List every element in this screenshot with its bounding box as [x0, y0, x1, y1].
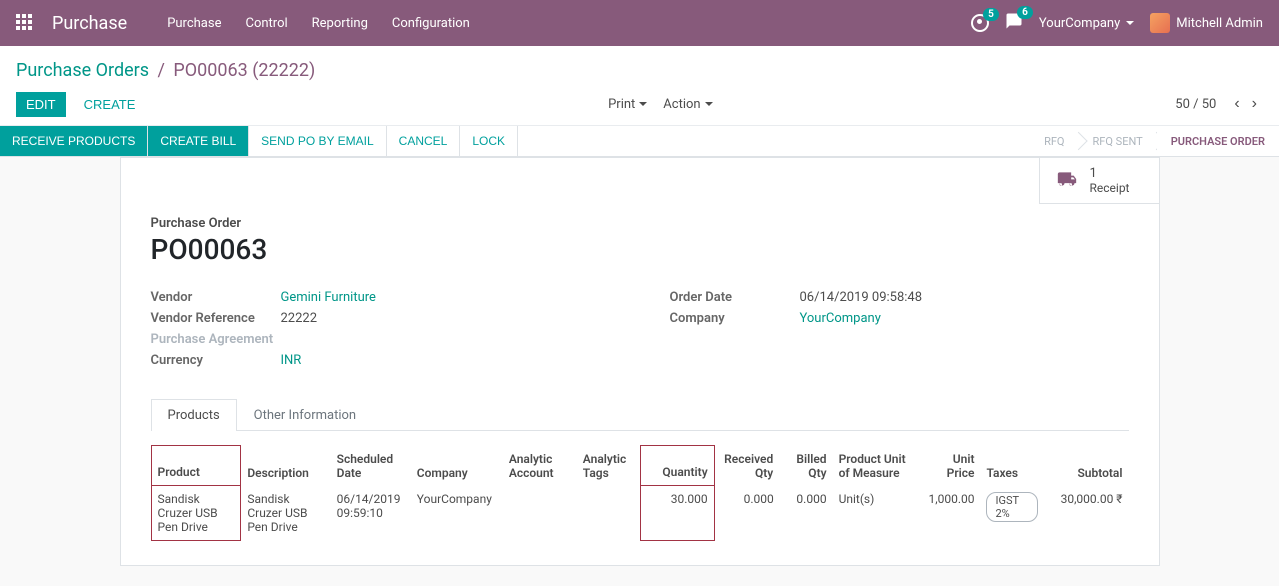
td-company: YourCompany: [411, 486, 503, 541]
pager-prev-button[interactable]: ‹: [1228, 91, 1245, 117]
vendor-ref-value: 22222: [281, 311, 318, 326]
cancel-button[interactable]: CANCEL: [387, 126, 461, 156]
company-selector[interactable]: YourCompany: [1039, 16, 1134, 31]
receive-products-button[interactable]: RECEIVE PRODUCTS: [0, 126, 148, 156]
order-date-value: 06/14/2019 09:58:48: [800, 290, 923, 305]
td-billed-qty: 0.000: [780, 486, 833, 541]
activity-icon[interactable]: 5: [971, 14, 989, 32]
messages-count: 6: [1017, 6, 1033, 19]
create-bill-button[interactable]: CREATE BILL: [148, 126, 249, 156]
company-value[interactable]: YourCompany: [800, 311, 881, 326]
breadcrumb-current: PO00063 (22222): [173, 60, 315, 81]
vendor-label: Vendor: [151, 290, 281, 305]
form-sheet-bg: 1 Receipt Purchase Order PO00063 Vendor …: [0, 157, 1279, 586]
breadcrumb: Purchase Orders / PO00063 (22222): [16, 54, 1263, 91]
th-quantity: Quantity: [640, 446, 714, 486]
user-name: Mitchell Admin: [1176, 16, 1263, 31]
td-analytic-account: [503, 486, 577, 541]
avatar: [1150, 13, 1170, 33]
create-button[interactable]: CREATE: [74, 92, 146, 117]
tab-other-information[interactable]: Other Information: [237, 399, 373, 431]
nav-menu-configuration[interactable]: Configuration: [392, 16, 470, 31]
currency-value[interactable]: INR: [281, 353, 302, 368]
print-label: Print: [608, 97, 635, 112]
th-description: Description: [241, 446, 331, 486]
th-taxes: Taxes: [980, 446, 1043, 486]
tabs: Products Other Information: [151, 398, 1129, 431]
nav-right: 5 6 YourCompany Mitchell Admin: [971, 12, 1263, 34]
print-dropdown[interactable]: Print: [608, 97, 647, 112]
td-unit-price: 1,000.00: [917, 486, 980, 541]
nav-menu-reporting[interactable]: Reporting: [312, 16, 368, 31]
td-analytic-tags: [577, 486, 640, 541]
send-po-button[interactable]: SEND PO BY EMAIL: [249, 126, 386, 156]
receipt-stat-button[interactable]: 1 Receipt: [1039, 158, 1159, 204]
caret-down-icon: [639, 102, 647, 106]
messages-icon[interactable]: 6: [1005, 12, 1023, 34]
receipt-count: 1: [1090, 166, 1130, 181]
vendor-value[interactable]: Gemini Furniture: [281, 290, 376, 305]
receipt-label: Receipt: [1090, 181, 1130, 195]
pager-text: 50 / 50: [1175, 97, 1216, 112]
th-company: Company: [411, 446, 503, 486]
th-analytic-account: Analytic Account: [503, 446, 577, 486]
nav-menu-purchase[interactable]: Purchase: [167, 16, 221, 31]
th-analytic-tags: Analytic Tags: [577, 446, 640, 486]
td-quantity: 30.000: [640, 486, 714, 541]
nav-menu-control[interactable]: Control: [245, 16, 287, 31]
td-taxes: IGST 2%: [980, 486, 1043, 541]
td-uom: Unit(s): [833, 486, 918, 541]
company-label: Company: [670, 311, 800, 326]
status-rfq[interactable]: RFQ: [1030, 127, 1078, 156]
top-nav: Purchase Purchase Control Reporting Conf…: [0, 0, 1279, 46]
pager-next-button[interactable]: ›: [1246, 91, 1263, 117]
nav-menu: Purchase Control Reporting Configuration: [167, 16, 971, 31]
td-scheduled-date: 06/14/2019 09:59:10: [331, 486, 411, 541]
button-box: 1 Receipt: [121, 158, 1159, 204]
breadcrumb-parent[interactable]: Purchase Orders: [16, 60, 149, 81]
action-dropdown[interactable]: Action: [663, 97, 712, 112]
td-subtotal: 30,000.00 ₹: [1044, 486, 1129, 541]
td-product: Sandisk Cruzer USB Pen Drive: [151, 486, 241, 541]
vendor-ref-label: Vendor Reference: [151, 311, 281, 326]
title-label: Purchase Order: [151, 216, 1129, 231]
apps-icon[interactable]: [16, 14, 34, 32]
order-date-label: Order Date: [670, 290, 800, 305]
truck-icon: [1054, 169, 1080, 193]
th-scheduled-date: Scheduled Date: [331, 446, 411, 486]
td-description: Sandisk Cruzer USB Pen Drive: [241, 486, 331, 541]
th-uom: Product Unit of Measure: [833, 446, 918, 486]
po-number: PO00063: [151, 233, 1129, 266]
th-unit-price: Unit Price: [917, 446, 980, 486]
app-brand: Purchase: [52, 13, 127, 34]
th-billed-qty: Billed Qty: [780, 446, 833, 486]
td-received-qty: 0.000: [714, 486, 780, 541]
th-product: Product: [151, 446, 241, 486]
status-purchase-order[interactable]: PURCHASE ORDER: [1157, 127, 1279, 156]
tax-tag: IGST 2%: [986, 492, 1037, 522]
caret-down-icon: [1126, 21, 1134, 25]
caret-down-icon: [705, 102, 713, 106]
tab-products[interactable]: Products: [151, 399, 237, 431]
company-name: YourCompany: [1039, 16, 1120, 31]
currency-label: Currency: [151, 353, 281, 368]
product-table: Product Description Scheduled Date Compa…: [151, 445, 1129, 541]
edit-button[interactable]: EDIT: [16, 92, 66, 117]
th-subtotal: Subtotal: [1044, 446, 1129, 486]
status-bar: RECEIVE PRODUCTS CREATE BILL SEND PO BY …: [0, 126, 1279, 157]
form-sheet: 1 Receipt Purchase Order PO00063 Vendor …: [120, 157, 1160, 566]
th-received-qty: Received Qty: [714, 446, 780, 486]
breadcrumb-separator: /: [158, 60, 165, 81]
table-row[interactable]: Sandisk Cruzer USB Pen Drive Sandisk Cru…: [151, 486, 1129, 541]
control-panel: Purchase Orders / PO00063 (22222) EDIT C…: [0, 46, 1279, 126]
lock-button[interactable]: LOCK: [460, 126, 518, 156]
purchase-agreement-label: Purchase Agreement: [151, 332, 281, 347]
action-label: Action: [663, 97, 700, 112]
activity-count: 5: [983, 8, 999, 21]
status-rfq-sent[interactable]: RFQ SENT: [1079, 127, 1157, 156]
user-menu[interactable]: Mitchell Admin: [1150, 13, 1263, 33]
